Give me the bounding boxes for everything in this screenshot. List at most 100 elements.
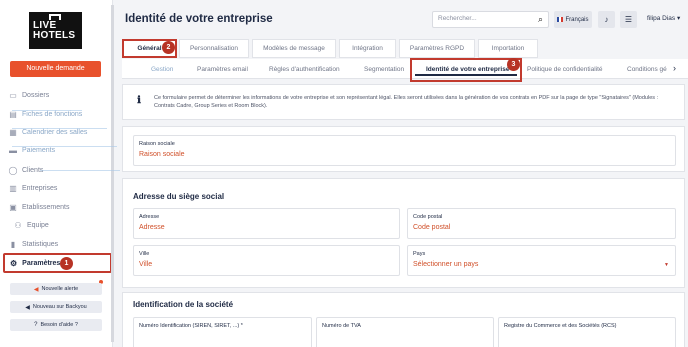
- sidebar-item-parametres[interactable]: ⚙ Paramètres: [3, 253, 112, 273]
- field-value: Ville: [139, 261, 153, 268]
- language-selector[interactable]: Français: [554, 11, 592, 28]
- address-field[interactable]: Adresse Adresse: [133, 208, 400, 239]
- vat-field[interactable]: Numéro de TVA: [316, 317, 494, 347]
- tab-label: Modèles de message: [263, 45, 325, 52]
- sidebar-item-label: Paiements: [22, 146, 56, 154]
- gear-icon: ⚙: [10, 258, 18, 268]
- postal-code-field[interactable]: Code postal Code postal: [407, 208, 676, 239]
- country-select[interactable]: Pays Sélectionner un pays ▼: [407, 245, 676, 276]
- user-icon: ◯: [8, 165, 18, 175]
- tab-regles-authentification[interactable]: Règles d'authentification: [269, 59, 340, 79]
- building-icon: ▣: [9, 202, 17, 212]
- tab-modeles-de-message[interactable]: Modèles de message: [252, 39, 336, 58]
- field-label: Pays: [413, 251, 426, 257]
- annotation-badge-2: 2: [162, 41, 175, 54]
- sidebar-item-entreprises[interactable]: ▥ Entreprises: [8, 181, 57, 195]
- annotation-badge-1: 1: [60, 257, 73, 270]
- bell-icon[interactable]: ♪: [598, 11, 615, 28]
- folder-icon: ▭: [9, 90, 17, 100]
- chevron-right-icon[interactable]: ›: [673, 63, 676, 73]
- blur-trace: [12, 128, 107, 129]
- tab-label: Politique de confidentialité: [527, 65, 603, 73]
- tab-personnalisation[interactable]: Personnalisation: [179, 39, 249, 58]
- field-label: Code postal: [413, 214, 443, 220]
- sidebar-item-statistiques[interactable]: ▮ Statistiques: [8, 237, 58, 251]
- raison-sociale-field[interactable]: Raison sociale Raison sociale: [133, 135, 676, 166]
- siren-field[interactable]: Numéro Identification (SIREN, SIRET, ...…: [133, 317, 312, 347]
- city-field[interactable]: Ville Ville: [133, 245, 400, 276]
- blur-trace: [40, 170, 120, 171]
- tab-politique-confidentialite[interactable]: Politique de confidentialité: [527, 59, 603, 79]
- logo-text-hotels: HOTELS: [33, 30, 76, 41]
- tab-parametres-email[interactable]: Paramètres email: [197, 59, 248, 79]
- search-icon[interactable]: ⌕: [538, 14, 543, 25]
- user-menu[interactable]: filipa Dias ▾: [647, 14, 680, 22]
- sidebar-item-clients[interactable]: ◯ Clients: [8, 163, 44, 177]
- tab-label: Général: [137, 45, 162, 52]
- field-label: Ville: [139, 251, 150, 257]
- sidebar-item-etablissements[interactable]: ▣ Etablissements: [8, 200, 69, 214]
- field-label: Raison sociale: [139, 141, 175, 147]
- sidebar-item-label: Etablissements: [22, 203, 70, 211]
- field-value: Adresse: [139, 224, 165, 231]
- tab-segmentation[interactable]: Segmentation: [364, 59, 404, 79]
- help-button[interactable]: ? Besoin d'aide ?: [10, 319, 102, 331]
- sidebar-item-label: Entreprises: [22, 184, 58, 192]
- tab-label: Importation: [491, 45, 525, 52]
- sidebar-item-label: Dossiers: [22, 91, 50, 99]
- chevron-down-icon: ▾: [677, 15, 681, 22]
- search-input[interactable]: [438, 15, 526, 22]
- page-title: Identité de votre entreprise: [125, 13, 273, 25]
- tab-label: Personnalisation: [189, 45, 239, 52]
- sidebar-item-label: Paramètres: [22, 259, 61, 267]
- new-on-backyou-label: Nouveau sur Backyou: [32, 304, 87, 310]
- sidebar-item-dossiers[interactable]: ▭ Dossiers: [8, 88, 49, 102]
- sidebar-item-label: Statistiques: [22, 240, 59, 248]
- tab-gestion[interactable]: Gestion: [151, 59, 173, 79]
- field-label: Registre du Commerce et des Sociétés (RC…: [504, 323, 617, 329]
- live-hotels-logo[interactable]: LIVE HOTELS: [29, 12, 82, 49]
- new-on-backyou-button[interactable]: ◀ Nouveau sur Backyou: [10, 301, 102, 313]
- header: Identité de votre entreprise ⌕ Français …: [114, 0, 688, 37]
- tab-label: Paramètres email: [197, 65, 248, 73]
- language-label: Français: [565, 16, 589, 23]
- annotation-badge-3: 3: [507, 58, 520, 71]
- blur-trace: [12, 110, 82, 111]
- info-text: Ce formulaire permet de déterminer les i…: [154, 95, 659, 109]
- tab-conditions-generales[interactable]: Conditions gé: [627, 59, 672, 79]
- sidebar: LIVE HOTELS Nouvelle demande ▭ Dossiers …: [0, 0, 113, 347]
- rcs-field[interactable]: Registre du Commerce et des Sociétés (RC…: [498, 317, 676, 347]
- new-request-button[interactable]: Nouvelle demande: [10, 61, 101, 77]
- tab-importation[interactable]: Importation: [478, 39, 538, 58]
- french-flag-icon: [557, 17, 564, 22]
- section-title: Identification de la société: [133, 300, 234, 309]
- user-name: filipa Dias: [647, 15, 676, 22]
- caret-down-icon: ▼: [664, 262, 669, 268]
- briefcase-icon: ▥: [9, 183, 17, 193]
- tab-label: Gestion: [151, 65, 174, 73]
- field-value: Raison sociale: [139, 151, 185, 158]
- field-value: Sélectionner un pays: [413, 261, 479, 268]
- annotation-highlight-box: [410, 58, 522, 82]
- company-name-card: Raison sociale Raison sociale: [122, 126, 685, 172]
- section-title: Adresse du siège social: [133, 192, 225, 201]
- tab-label: Segmentation: [364, 65, 405, 73]
- list-icon[interactable]: ☰: [620, 11, 637, 28]
- team-icon: ⚇: [14, 220, 22, 230]
- new-alert-label: Nouvelle alerte: [41, 286, 79, 292]
- field-label: Numéro Identification (SIREN, SIRET, ...…: [139, 323, 243, 329]
- help-icon: ?: [34, 322, 38, 328]
- sidebar-item-label: Equipe: [27, 221, 49, 229]
- sidebar-scrollbar[interactable]: [111, 5, 114, 342]
- sidebar-item-label: Fiches de fonctions: [22, 110, 83, 118]
- search-box[interactable]: ⌕: [432, 11, 549, 28]
- secondary-tabs: Gestion Paramètres email Règles d'authen…: [122, 59, 688, 79]
- megaphone-icon: ◀: [25, 304, 30, 311]
- tab-parametres-rgpd[interactable]: Paramètres RGPD: [399, 39, 475, 58]
- tab-integration[interactable]: Intégration: [339, 39, 396, 58]
- sidebar-item-equipe[interactable]: ⚇ Equipe: [13, 218, 49, 232]
- blur-trace: [12, 146, 117, 147]
- sidebar-item-label: Calendrier des salles: [22, 128, 88, 136]
- new-alert-button[interactable]: ◀ Nouvelle alerte: [10, 283, 102, 295]
- address-card: Adresse du siège social Adresse Adresse …: [122, 178, 685, 288]
